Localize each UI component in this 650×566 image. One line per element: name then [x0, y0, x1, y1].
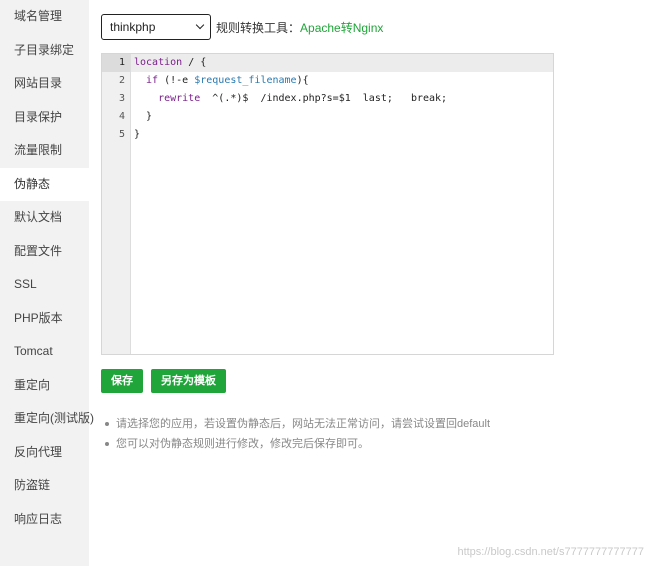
code-text: ){ [296, 75, 309, 86]
line-number: 3 [118, 93, 125, 104]
code-keyword: rewrite [134, 93, 201, 104]
sidebar-item-traffic-limit[interactable]: 流量限制 [0, 134, 89, 168]
tip-text: 请选择您的应用，若设置伪静态后，网站无法正常访问，请尝试设置回default [116, 418, 491, 430]
save-as-template-button[interactable]: 另存为模板 [151, 369, 226, 393]
code-line[interactable]: if (!-e $request_filename){ [131, 72, 553, 90]
code-area[interactable]: location / { if (!-e $request_filename){… [131, 54, 553, 354]
line-number: 4 [118, 111, 125, 122]
sidebar-item-subdirectory-binding[interactable]: 子目录绑定 [0, 34, 89, 68]
code-line[interactable]: rewrite ^(.*)$ /index.php?s=$1 last; bre… [131, 90, 553, 108]
sidebar-item-php-version[interactable]: PHP版本 [0, 302, 89, 336]
sidebar-item-response-log[interactable]: 响应日志 [0, 503, 89, 537]
bullet-dot-icon [105, 422, 109, 426]
code-variable: $request_filename [194, 75, 297, 86]
code-text: ^(.*)$ /index.php?s=$1 last; break; [200, 93, 448, 104]
code-keyword: location [134, 57, 183, 68]
template-select-value: thinkphp [110, 20, 156, 34]
code-line[interactable]: location / { [131, 54, 553, 72]
rewrite-code-editor[interactable]: 1 2 3 4 5 location / { if (!-e $request_file… [101, 53, 554, 355]
code-line[interactable]: } [131, 108, 553, 126]
convert-tool-label: 规则转换工具： [216, 20, 301, 35]
sidebar-item-reverse-proxy[interactable]: 反向代理 [0, 436, 89, 470]
sidebar-item-hotlink-protection[interactable]: 防盗链 [0, 469, 89, 503]
tip-item: 您可以对伪静态规则进行修改，修改完后保存即可。 [105, 434, 650, 454]
action-buttons: 保存 另存为模板 [101, 369, 650, 393]
code-text: / { [182, 57, 207, 68]
line-number-gutter: 1 2 3 4 5 [102, 54, 131, 354]
sidebar-item-redirect-beta[interactable]: 重定向(测试版) [0, 402, 94, 436]
sidebar-item-rewrite[interactable]: 伪静态 [0, 167, 89, 201]
tip-text: 您可以对伪静态规则进行修改，修改完后保存即可。 [116, 438, 369, 450]
main-panel: thinkphp 规则转换工具： Apache转Nginx 1 2 3 4 5 loca… [101, 14, 650, 454]
code-text: } [134, 111, 153, 122]
line-number: 1 [102, 54, 130, 72]
sidebar-item-tomcat[interactable]: Tomcat [0, 335, 89, 369]
sidebar-item-redirect[interactable]: 重定向 [0, 369, 89, 403]
sidebar-item-config-file[interactable]: 配置文件 [0, 235, 89, 269]
bullet-dot-icon [105, 442, 109, 446]
code-text: } [134, 129, 141, 140]
chevron-down-icon [195, 20, 205, 30]
line-number: 5 [118, 129, 125, 140]
line-number: 2 [118, 75, 125, 86]
sidebar: 域名管理 子目录绑定 网站目录 目录保护 流量限制 伪静态 默认文档 配置文件 … [0, 0, 94, 566]
watermark: https://blog.csdn.net/s7777777777777 [457, 546, 644, 558]
sidebar-item-directory-protection[interactable]: 目录保护 [0, 101, 89, 135]
tips-list: 请选择您的应用，若设置伪静态后，网站无法正常访问，请尝试设置回default 您… [101, 414, 650, 454]
save-button[interactable]: 保存 [101, 369, 143, 393]
sidebar-item-site-directory[interactable]: 网站目录 [0, 67, 89, 101]
code-line[interactable]: } [131, 126, 553, 144]
sidebar-item-domain-management[interactable]: 域名管理 [0, 0, 89, 34]
code-text: (!-e [158, 75, 195, 86]
rewrite-toolbar: thinkphp 规则转换工具： Apache转Nginx [101, 14, 650, 40]
apache-to-nginx-link[interactable]: Apache转Nginx [300, 19, 383, 36]
template-select[interactable]: thinkphp [101, 14, 211, 40]
tip-item: 请选择您的应用，若设置伪静态后，网站无法正常访问，请尝试设置回default [105, 414, 650, 434]
code-keyword: if [134, 75, 159, 86]
sidebar-item-ssl[interactable]: SSL [0, 268, 89, 302]
sidebar-item-default-document[interactable]: 默认文档 [0, 201, 89, 235]
